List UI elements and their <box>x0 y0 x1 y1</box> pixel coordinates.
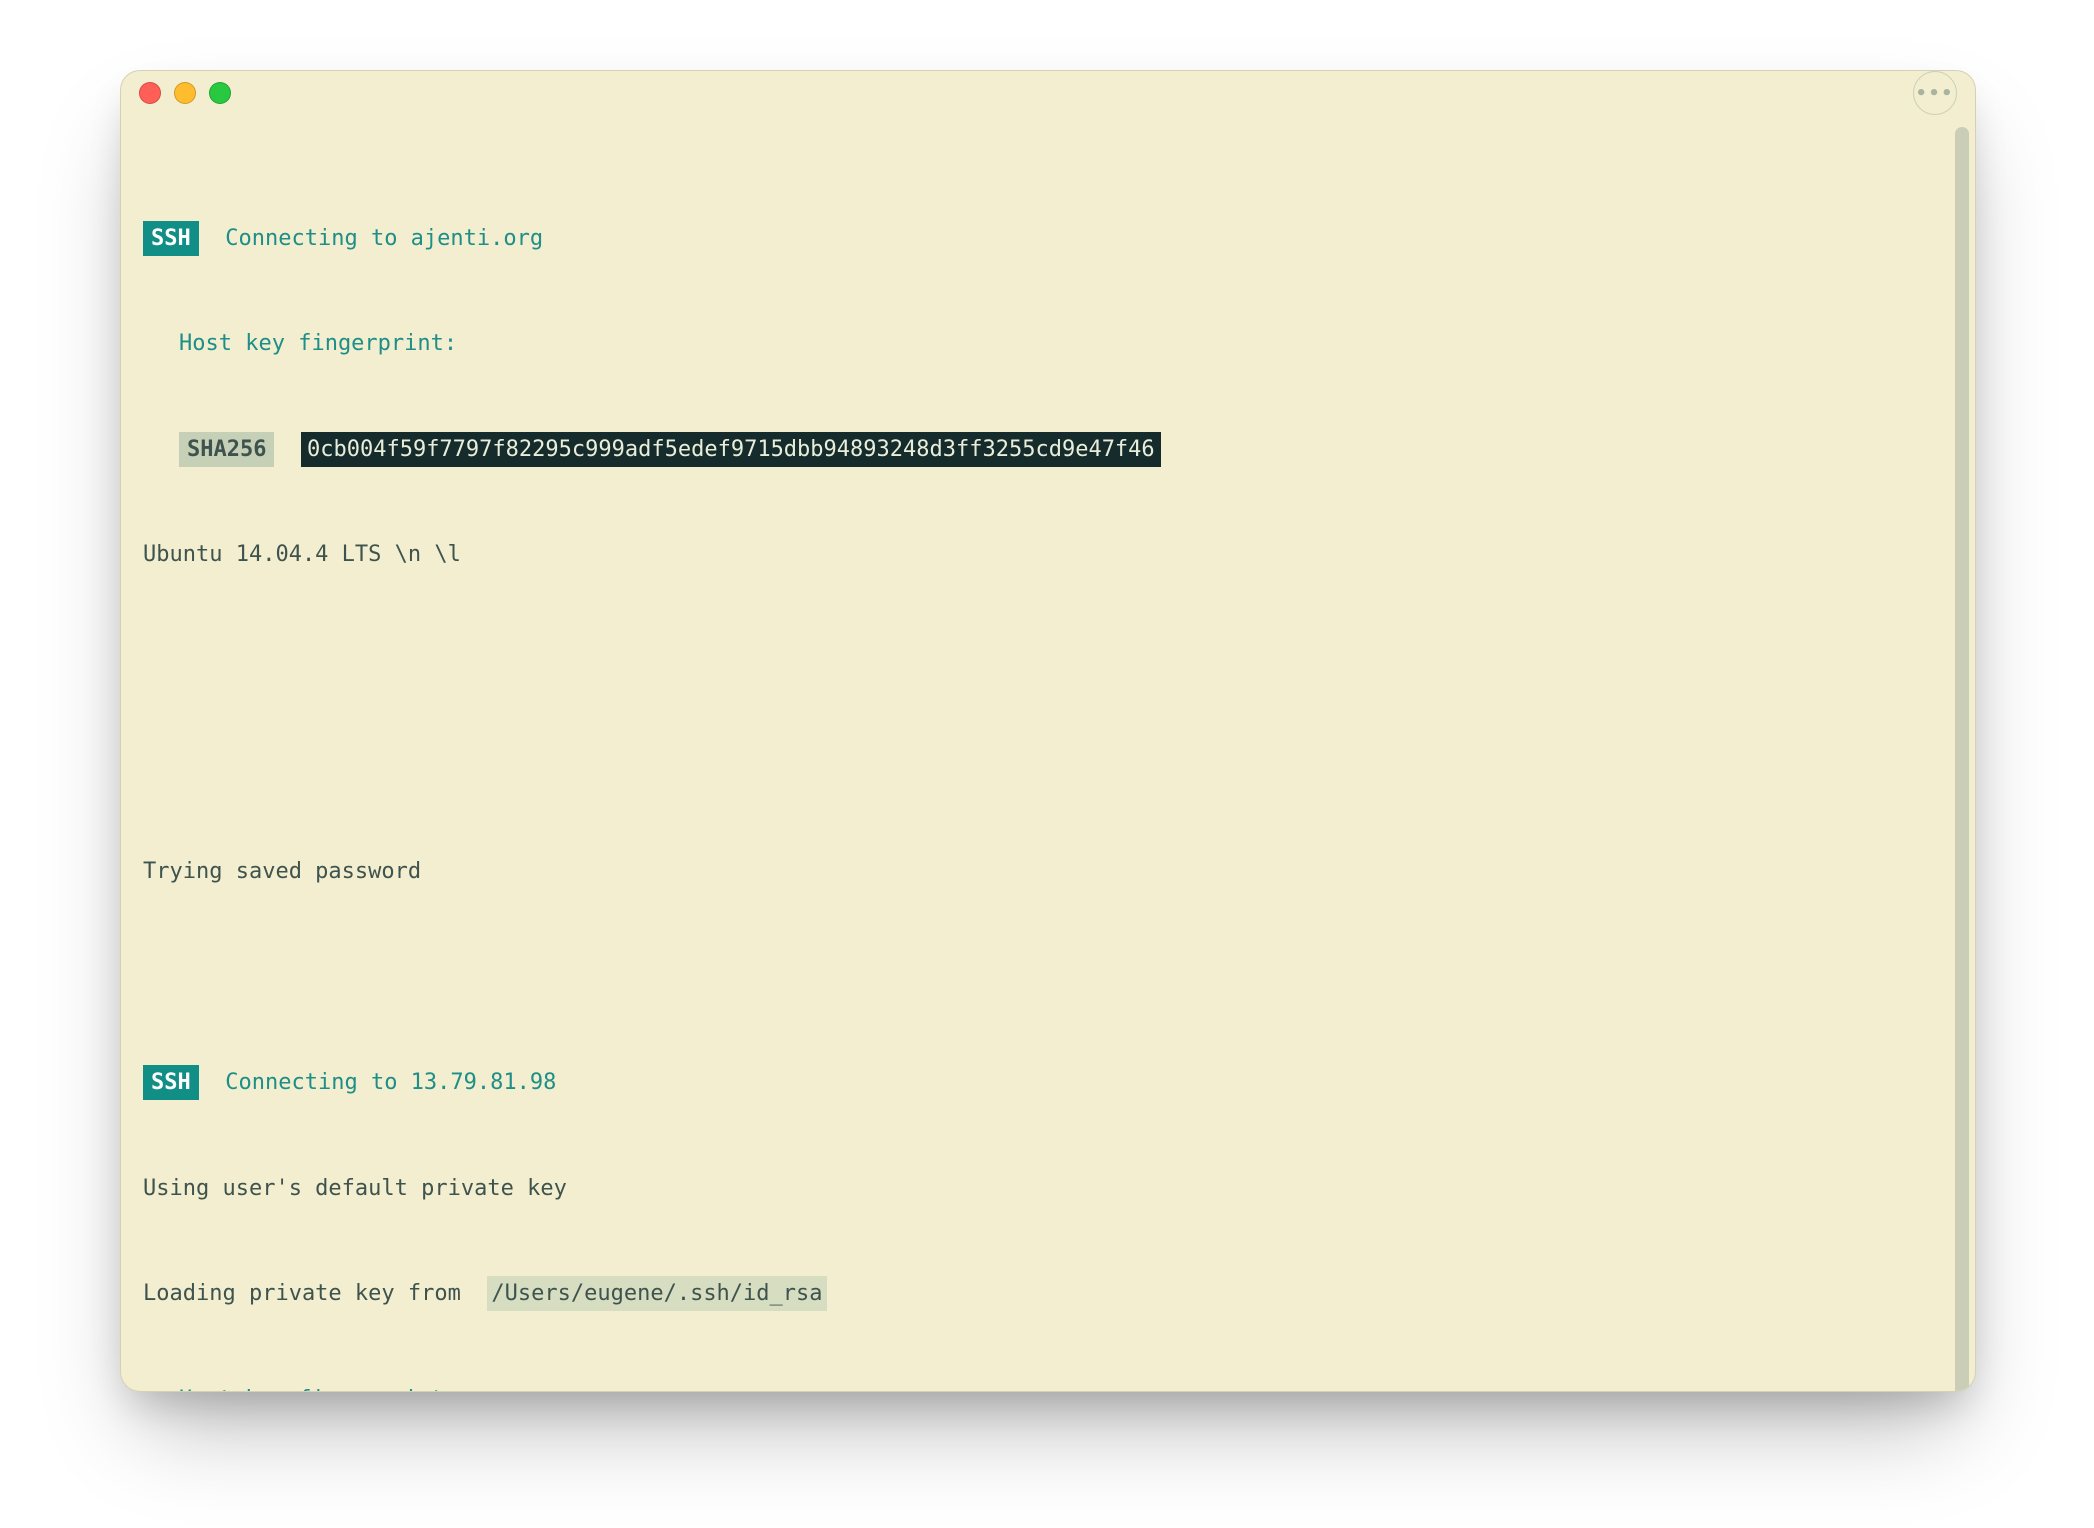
trying-password-line: Trying saved password <box>143 859 421 884</box>
scrollbar-thumb[interactable] <box>1955 127 1969 1392</box>
ssh-badge: SSH <box>143 221 199 256</box>
sha256-badge-1: SHA256 <box>179 432 274 467</box>
close-window-button[interactable] <box>139 82 161 104</box>
fingerprint-value-1: 0cb004f59f7797f82295c999adf5edef9715dbb9… <box>301 432 1161 467</box>
ellipsis-icon: ••• <box>1916 83 1955 104</box>
traffic-lights <box>139 82 231 104</box>
os-banner: Ubuntu 14.04.4 LTS \n \l <box>143 542 461 567</box>
zoom-window-button[interactable] <box>209 82 231 104</box>
loading-key-prefix: Loading private key from <box>143 1281 474 1306</box>
ssh-badge: SSH <box>143 1065 199 1100</box>
scrollbar[interactable] <box>1955 127 1969 1392</box>
host-key-fp-label-2: Host key fingerprint: <box>179 1387 457 1392</box>
minimize-window-button[interactable] <box>174 82 196 104</box>
private-key-path: /Users/eugene/.ssh/id_rsa <box>487 1276 826 1311</box>
using-default-key-line: Using user's default private key <box>143 1176 567 1201</box>
titlebar: ••• <box>121 71 1975 115</box>
app-window: ••• SSH Connecting to ajenti.org Host ke… <box>120 70 1976 1392</box>
more-menu-button[interactable]: ••• <box>1913 71 1957 115</box>
terminal-output[interactable]: SSH Connecting to ajenti.org Host key fi… <box>121 115 1975 1392</box>
terminal-area[interactable]: SSH Connecting to ajenti.org Host key fi… <box>121 115 1975 1392</box>
ssh-connecting-line-1: Connecting to ajenti.org <box>225 226 543 251</box>
host-key-fp-label-1: Host key fingerprint: <box>179 331 457 356</box>
ssh-connecting-line-2: Connecting to 13.79.81.98 <box>225 1070 556 1095</box>
